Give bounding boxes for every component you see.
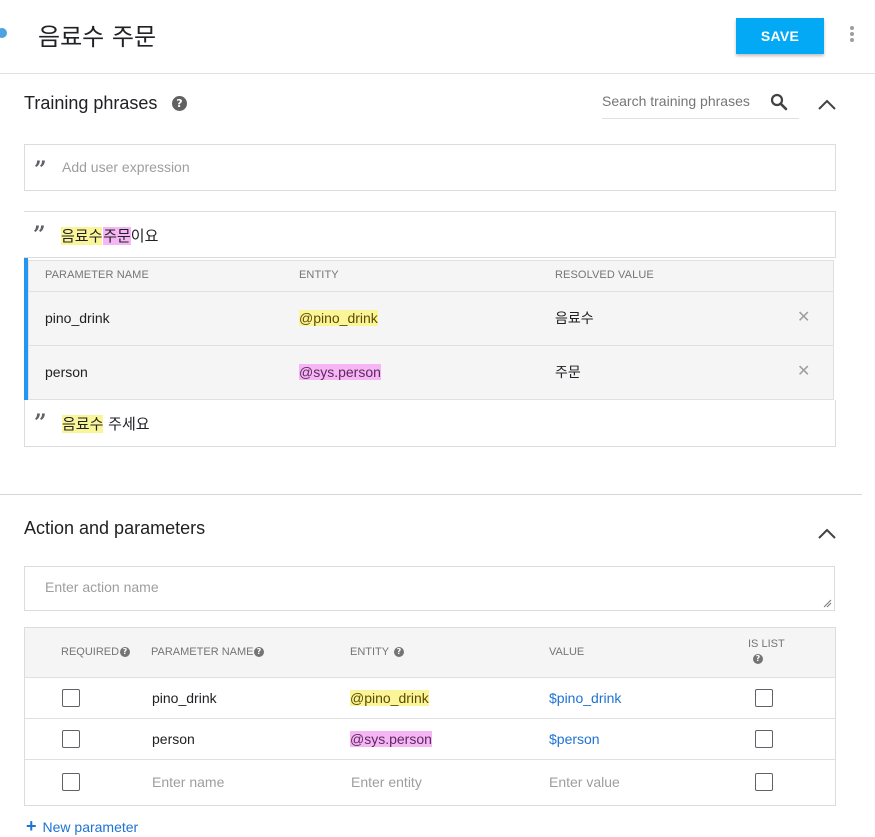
action-parameters-title: Action and parameters <box>24 518 206 538</box>
divider <box>25 718 835 719</box>
is-list-checkbox[interactable] <box>755 730 773 748</box>
header-value: VALUE <box>549 646 585 658</box>
help-icon[interactable]: ? <box>394 647 404 657</box>
plus-icon: + <box>26 816 37 836</box>
quote-icon: ” <box>34 157 47 183</box>
param-header-entity: ENTITY <box>299 269 339 281</box>
quote-icon: ” <box>34 410 47 436</box>
help-icon[interactable]: ? <box>172 96 187 111</box>
close-icon[interactable]: ✕ <box>797 307 810 326</box>
more-vert-icon[interactable] <box>848 24 856 46</box>
required-checkbox[interactable] <box>62 689 80 707</box>
parameter-value[interactable]: $pino_drink <box>549 690 621 706</box>
new-parameter-label: New parameter <box>42 819 139 835</box>
divider <box>25 677 835 678</box>
intent-title: 음료수 주문 <box>38 23 157 51</box>
add-expression-placeholder: Add user expression <box>62 159 190 175</box>
search-icon[interactable] <box>770 93 788 111</box>
save-button[interactable]: SAVE <box>736 18 824 54</box>
header-entity: ENTITY <box>350 646 390 658</box>
header-is-list: IS LIST <box>748 638 785 650</box>
param-name: person <box>45 364 88 380</box>
is-list-checkbox[interactable] <box>755 689 773 707</box>
is-list-checkbox[interactable] <box>755 773 773 791</box>
annotated-word[interactable]: 음료수 <box>61 227 103 245</box>
parameter-name[interactable]: pino_drink <box>152 690 217 706</box>
parameter-entity[interactable]: @sys.person <box>350 731 432 747</box>
parameter-entity-input[interactable]: Enter entity <box>351 774 422 790</box>
resize-handle-icon[interactable] <box>822 598 832 608</box>
required-checkbox[interactable] <box>62 730 80 748</box>
divider <box>25 759 835 760</box>
param-header-resolved: RESOLVED VALUE <box>555 269 654 281</box>
parameter-value[interactable]: $person <box>549 731 600 747</box>
param-entity[interactable]: @sys.person <box>299 364 381 380</box>
add-expression-field[interactable]: ” Add user expression <box>24 144 836 191</box>
table-header <box>25 628 835 677</box>
required-checkbox[interactable] <box>62 773 80 791</box>
param-header-name: PARAMETER NAME <box>45 269 149 281</box>
phrase-suffix: 주세요 <box>103 415 150 433</box>
chevron-up-icon[interactable] <box>818 528 836 540</box>
parameter-value-input[interactable]: Enter value <box>549 774 620 790</box>
header-parameter-name: PARAMETER NAME <box>151 646 254 658</box>
header-divider <box>0 73 875 74</box>
divider <box>28 345 834 346</box>
help-icon[interactable]: ? <box>753 654 763 664</box>
parameter-entity[interactable]: @pino_drink <box>350 690 429 706</box>
training-phrase-row[interactable]: ” 음료수 주문이요 <box>24 211 836 258</box>
help-icon[interactable]: ? <box>120 647 130 657</box>
close-icon[interactable]: ✕ <box>797 361 810 380</box>
section-divider <box>0 494 862 495</box>
annotated-word[interactable]: 음료수 <box>62 415 104 433</box>
parameter-name-input[interactable]: Enter name <box>152 774 224 790</box>
action-name-input[interactable] <box>24 566 835 611</box>
param-resolved-value[interactable]: 주문 <box>555 362 581 382</box>
status-dot <box>0 28 7 38</box>
search-input[interactable] <box>602 93 762 109</box>
header-required: REQUIRED <box>61 646 120 658</box>
parameter-name[interactable]: person <box>152 731 195 747</box>
phrase-parameter-table <box>28 260 834 400</box>
param-resolved-value[interactable]: 음료수 <box>555 308 594 328</box>
training-phrases-title: Training phrases <box>24 93 158 113</box>
param-name: pino_drink <box>45 310 110 326</box>
training-phrase-text[interactable]: 음료수 주세요 <box>62 413 150 434</box>
chevron-up-icon[interactable] <box>818 99 836 111</box>
divider <box>28 291 834 292</box>
param-entity[interactable]: @pino_drink <box>299 310 378 326</box>
quote-icon: ” <box>33 222 46 248</box>
phrase-suffix: 이요 <box>130 227 159 245</box>
training-phrase-text[interactable]: 음료수 주문이요 <box>61 225 158 246</box>
help-icon[interactable]: ? <box>254 647 264 657</box>
training-phrase-row[interactable]: ” 음료수 주세요 <box>24 400 836 447</box>
annotated-word[interactable]: 주문 <box>103 227 131 245</box>
